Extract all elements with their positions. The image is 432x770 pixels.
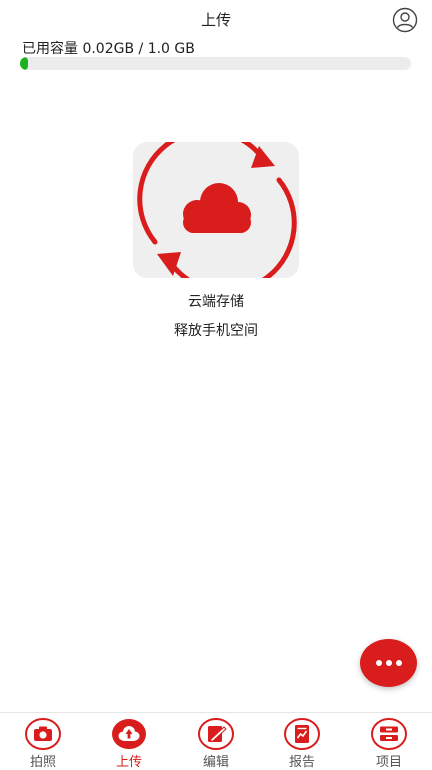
cloud-sync-icon bbox=[137, 142, 297, 278]
storage-progress-bar bbox=[20, 57, 411, 70]
tab-upload[interactable]: 上传 bbox=[86, 713, 172, 770]
tab-project[interactable]: 项目 bbox=[346, 713, 432, 770]
more-icon bbox=[374, 660, 404, 666]
cloud-storage-tile bbox=[133, 142, 299, 278]
bottom-tab-bar: 拍照 上传 编辑 报告 项目 bbox=[0, 712, 432, 770]
storage-usage-label: 已用容量 0.02GB / 1.0 GB bbox=[22, 41, 195, 57]
storage-progress-fill bbox=[20, 57, 28, 70]
report-icon bbox=[284, 718, 320, 750]
upload-cloud-icon bbox=[112, 719, 146, 749]
tab-label: 拍照 bbox=[29, 755, 56, 770]
more-actions-button[interactable] bbox=[360, 639, 417, 687]
tab-label: 项目 bbox=[375, 755, 402, 770]
tab-camera[interactable]: 拍照 bbox=[0, 713, 86, 770]
user-icon bbox=[392, 7, 418, 33]
page-title: 上传 bbox=[200, 11, 231, 29]
tab-label: 上传 bbox=[115, 755, 142, 770]
header-bar: 上传 bbox=[0, 0, 432, 36]
profile-button[interactable] bbox=[392, 7, 418, 33]
tab-report[interactable]: 报告 bbox=[259, 713, 345, 770]
hero-title: 云端存储 bbox=[188, 294, 244, 310]
project-icon bbox=[371, 718, 407, 750]
tab-label: 报告 bbox=[288, 755, 315, 770]
camera-icon bbox=[25, 718, 61, 750]
hero-subtitle: 释放手机空间 bbox=[174, 323, 258, 339]
tab-label: 编辑 bbox=[202, 755, 229, 770]
tab-edit[interactable]: 编辑 bbox=[173, 713, 259, 770]
edit-icon bbox=[198, 718, 234, 750]
